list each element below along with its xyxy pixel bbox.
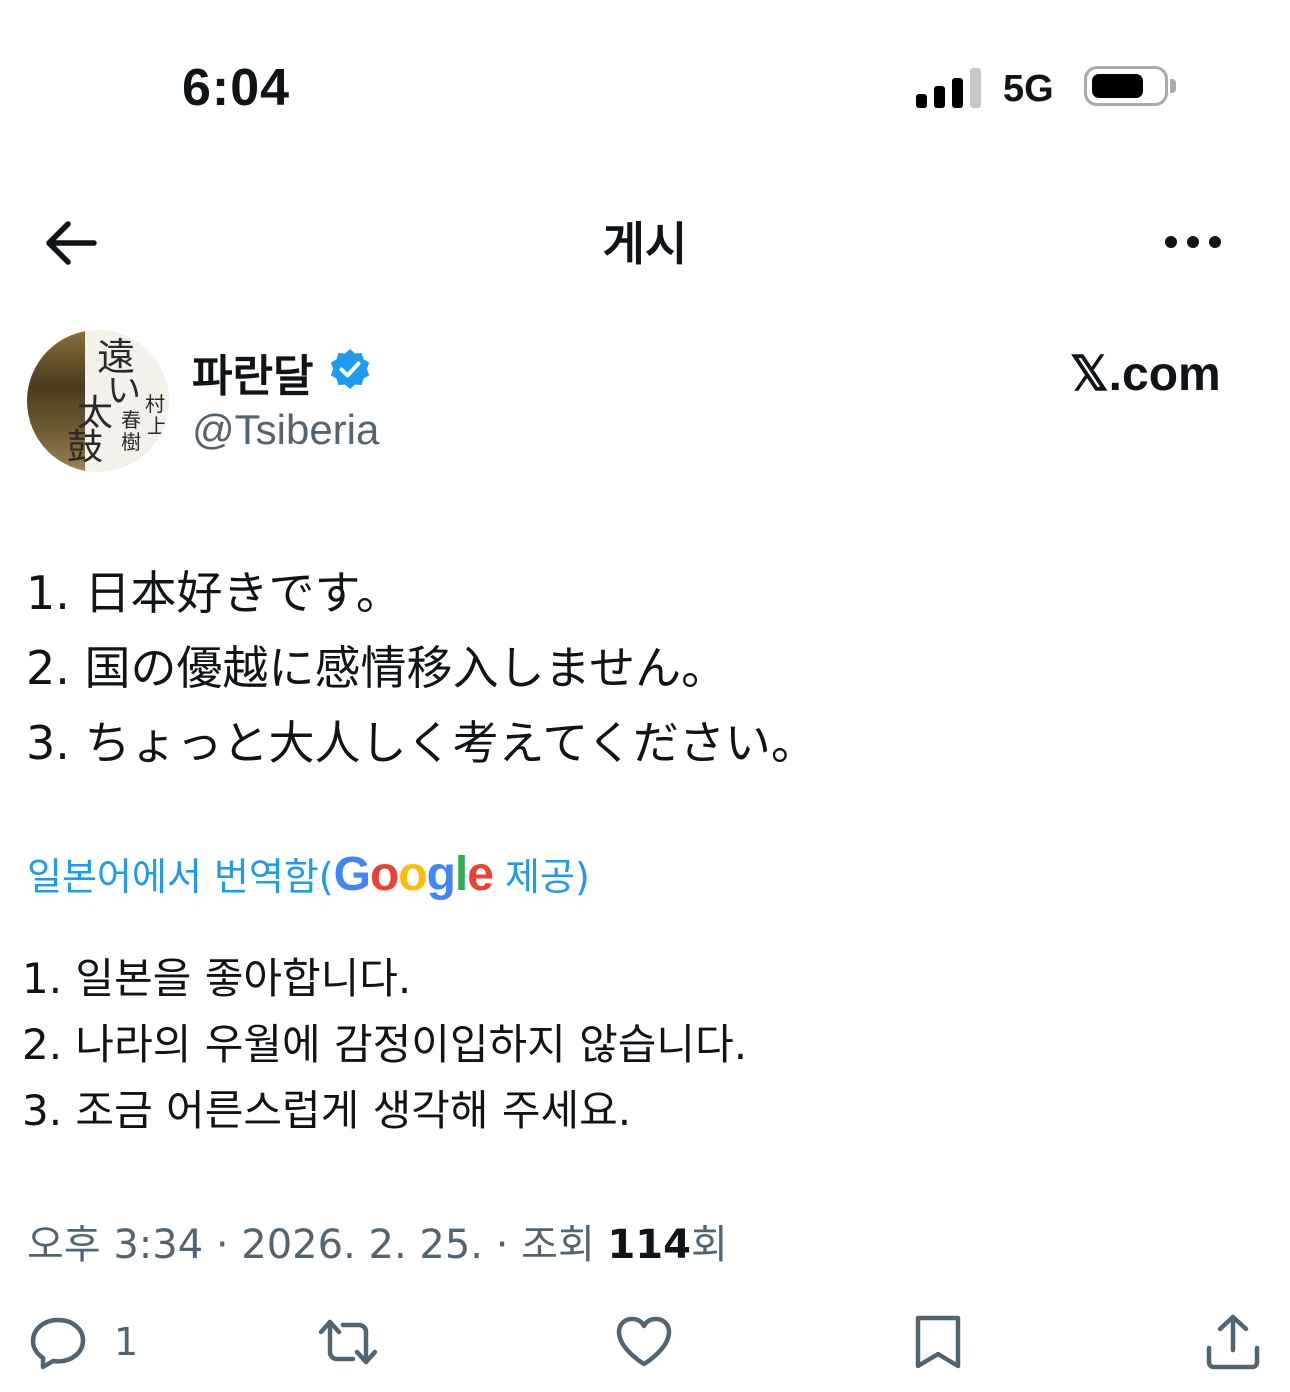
tweet-text: 1. 日本好きです。 2. 国の優越に感情移入しません。 3. ちょっと大人しく… [26,556,817,781]
repost-icon[interactable] [318,1312,378,1372]
status-time: 6:04 [182,59,291,117]
user-handle[interactable]: @Tsiberia [192,406,379,454]
tweet-meta: 오후 3:34 · 2026. 2. 25. · 조회 114회 [27,1212,728,1270]
google-letter: G [333,848,371,901]
translated-line: 3. 조금 어른스럽게 생각해 주세요. [22,1086,632,1135]
google-letter: l [454,848,468,901]
network-type: 5G [1003,68,1054,110]
battery-tip [1170,79,1176,93]
tweet-line: 2. 国の優越に感情移入しません。 [26,641,728,695]
avatar-char: 鼓 [67,427,104,468]
share-icon[interactable] [1203,1312,1263,1372]
timestamp: 오후 3:34 · 2026. 2. 25. · 조회 [27,1222,608,1268]
x-com-watermark: 𝕏.com [1070,348,1221,401]
translated-line: 2. 나라의 우월에 감정이입하지 않습니다. [22,1020,748,1069]
google-letter: e [467,848,494,901]
avatar-char: 樹 [121,430,141,454]
view-suffix: 회 [690,1222,728,1268]
translated-line: 1. 일본을 좋아합니다. [22,954,412,1003]
google-letter: o [369,848,399,901]
verified-badge-icon [328,347,372,391]
avatar-char: 村 [145,392,165,416]
tweet-line: 1. 日本好きです。 [26,566,402,620]
bookmark-icon[interactable] [908,1312,968,1372]
translation-attribution-link[interactable]: 일본어에서 번역함(Google 제공) [27,846,590,902]
google-logo: Google [333,848,494,901]
reply-count: 1 [114,1320,139,1364]
display-name[interactable]: 파란달 [192,340,313,404]
view-count[interactable]: 114 [607,1222,691,1268]
translated-text: 1. 일본을 좋아합니다. 2. 나라의 우월에 감정이입하지 않습니다. 3.… [22,946,747,1144]
back-arrow-icon[interactable] [44,220,98,266]
google-letter: o [398,848,427,901]
cellular-signal-icon [916,68,982,108]
google-letter: g [426,848,456,901]
avatar[interactable]: 遠 い 太 鼓 村 上 春 樹 [27,330,169,472]
page-title: 게시 [602,217,688,271]
translate-suffix: 제공) [492,855,590,899]
translate-prefix: 일본어에서 번역함( [27,855,334,899]
avatar-char: 上 [147,414,167,438]
reply-icon[interactable] [28,1312,88,1372]
like-heart-icon[interactable] [614,1312,674,1372]
avatar-char: 春 [121,408,141,432]
tweet-line: 3. ちょっと大人しく考えてください。 [26,716,817,770]
battery-icon [1084,66,1168,106]
more-options-icon[interactable] [1162,232,1224,252]
